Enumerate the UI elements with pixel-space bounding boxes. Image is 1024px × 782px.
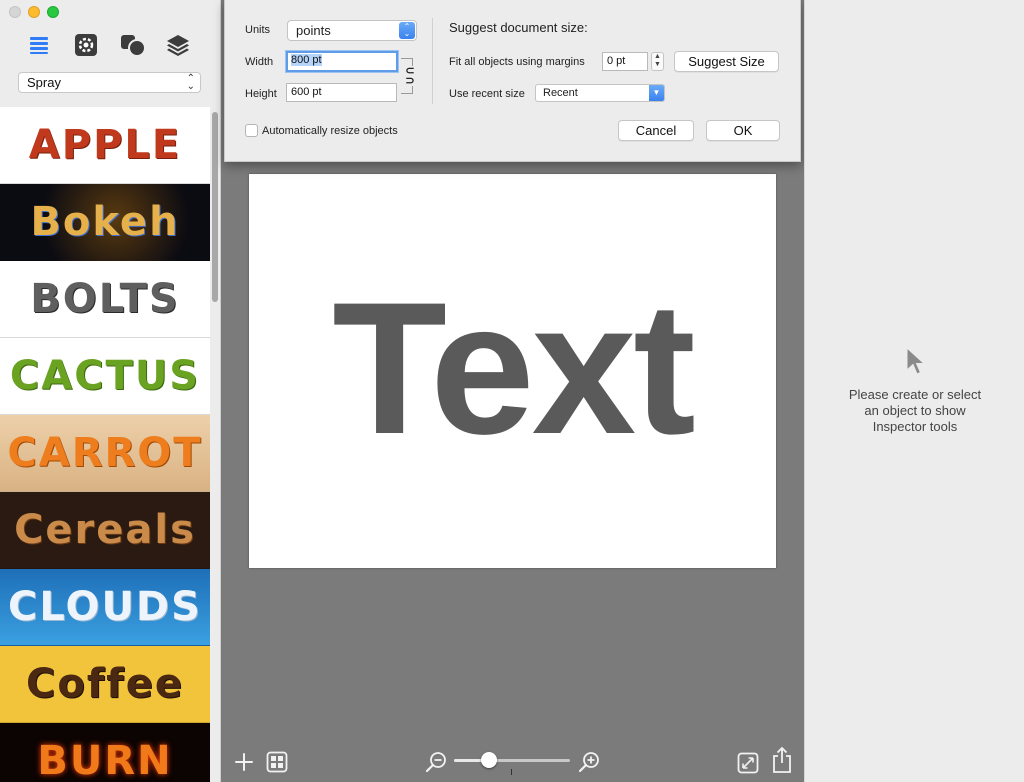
pointer-cursor-icon — [905, 346, 927, 381]
style-tile-bokeh[interactable]: Bokeh — [0, 184, 210, 261]
preset-select[interactable]: Spray ⌃ ⌄ — [18, 72, 201, 93]
layers-icon[interactable] — [165, 32, 191, 58]
margin-stepper[interactable]: ▲ ▼ — [651, 52, 664, 71]
inspector-empty-message: Please create or select an object to sho… — [805, 387, 1024, 435]
height-field[interactable]: 600 pt — [286, 83, 397, 102]
window-close-button[interactable] — [9, 6, 21, 18]
width-label: Width — [245, 56, 274, 68]
recent-size-select-value: Recent — [543, 87, 578, 99]
width-field[interactable]: 800 pt — [286, 51, 398, 72]
inspector-message-line2: an object to show — [864, 403, 966, 418]
chevron-updown-icon: ⌃ ⌄ — [399, 22, 415, 39]
recent-size-label: Use recent size — [449, 88, 525, 100]
style-tile-bolts[interactable]: BOLTS — [0, 261, 210, 338]
share-icon[interactable] — [770, 745, 794, 775]
height-field-value: 600 pt — [291, 86, 322, 98]
inspector-message-line3: Inspector tools — [872, 419, 958, 434]
style-tile-apple[interactable]: APPLE — [0, 107, 210, 184]
document-canvas[interactable]: Text — [249, 174, 776, 568]
chain-link-icon[interactable]: ⊂ ⊃ — [405, 66, 415, 87]
units-label: Units — [245, 24, 271, 36]
suggest-size-button[interactable]: Suggest Size — [674, 51, 779, 72]
style-tile-clouds[interactable]: CLOUDS — [0, 569, 210, 646]
zoom-slider-track[interactable] — [454, 759, 570, 762]
width-field-value: 800 pt — [291, 54, 322, 66]
chevron-down-icon: ▼ — [649, 85, 664, 101]
inspector-panel: Please create or select an object to sho… — [804, 0, 1024, 782]
shapes-icon[interactable] — [120, 32, 146, 58]
gear-icon[interactable] — [73, 32, 99, 58]
inspector-message-line1: Please create or select — [848, 387, 982, 402]
document-size-sheet: Units points ⌃ ⌄ Width 800 pt Height 600 … — [224, 0, 801, 162]
height-label: Height — [245, 88, 277, 100]
window-zoom-button[interactable] — [47, 6, 59, 18]
chevron-updown-icon: ⌃ ⌄ — [186, 73, 195, 92]
canvas-text-object[interactable]: Text — [332, 274, 696, 462]
fit-margins-label: Fit all objects using margins — [449, 56, 585, 68]
window-minimize-button[interactable] — [28, 6, 40, 18]
units-select-value: points — [296, 23, 331, 38]
fit-to-window-icon[interactable] — [736, 751, 760, 775]
style-tile-cactus[interactable]: CACTUS — [0, 338, 210, 415]
style-tile-burn[interactable]: BURN — [0, 723, 210, 782]
list-icon[interactable] — [26, 32, 52, 58]
style-tile-carrot[interactable]: CARROT — [0, 415, 210, 492]
zoom-in-icon[interactable] — [577, 750, 601, 774]
style-tile-cereals[interactable]: Cereals — [0, 492, 210, 569]
recent-size-select[interactable]: Recent ▼ — [535, 84, 665, 102]
zoom-slider-tick — [511, 769, 512, 775]
margin-field-value: 0 pt — [607, 55, 626, 67]
style-tile-coffee[interactable]: Coffee — [0, 646, 210, 723]
cancel-button[interactable]: Cancel — [618, 120, 694, 141]
style-list[interactable]: APPLE Bokeh BOLTS CACTUS CARROT Cereals … — [0, 107, 220, 782]
grid-icon[interactable] — [266, 751, 288, 773]
ok-button[interactable]: OK — [706, 120, 780, 141]
units-select[interactable]: points ⌃ ⌄ — [287, 20, 417, 41]
style-list-scrollbar[interactable] — [212, 112, 218, 302]
suggest-title: Suggest document size: — [449, 20, 588, 35]
divider — [432, 18, 433, 104]
auto-resize-checkbox[interactable] — [245, 124, 258, 137]
zoom-slider-knob[interactable] — [480, 752, 497, 768]
margin-field[interactable]: 0 pt — [602, 52, 648, 71]
zoom-out-icon[interactable] — [424, 750, 448, 774]
sidebar: Spray ⌃ ⌄ APPLE Bokeh BOLTS CACTUS CARROT… — [0, 0, 221, 782]
auto-resize-label: Automatically resize objects — [262, 125, 398, 137]
add-icon[interactable] — [233, 751, 255, 773]
preset-select-value: Spray — [27, 75, 61, 90]
